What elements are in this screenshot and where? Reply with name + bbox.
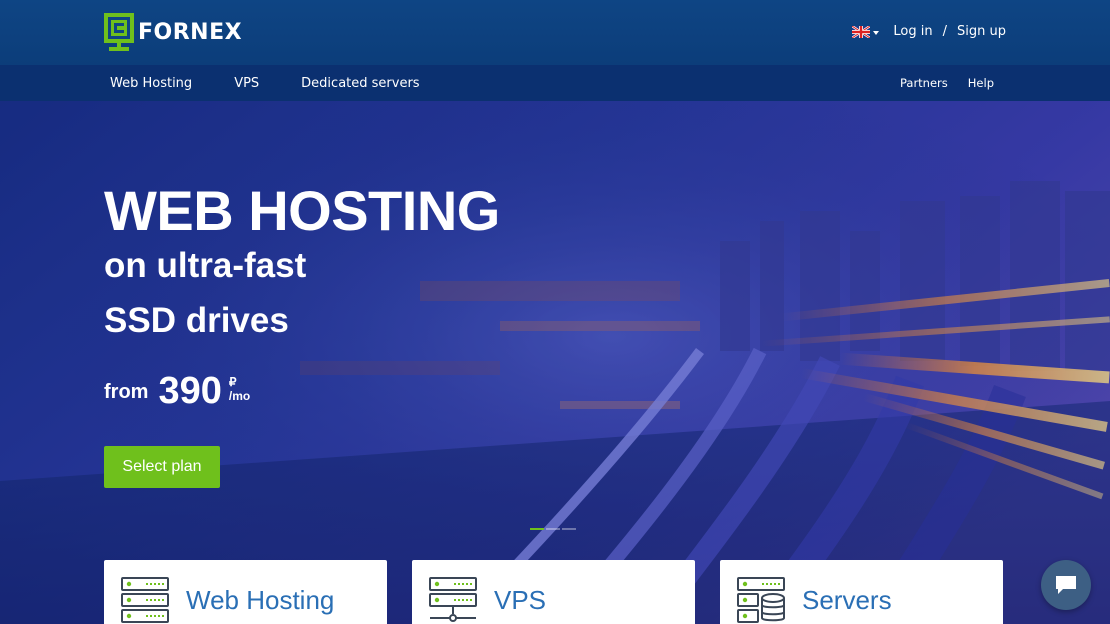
nav-item-vps[interactable]: VPS (234, 76, 259, 91)
hero-subtitle-line2: SSD drives (104, 301, 289, 340)
nav-item-web-hosting[interactable]: Web Hosting (110, 76, 192, 91)
top-header: FORNEX Log in / Sign up (0, 0, 1110, 65)
auth-links: Log in / Sign up (852, 24, 1006, 39)
hero-banner: WEB HOSTING on ultra-fast SSD drives fro… (0, 101, 1110, 624)
nav-item-partners[interactable]: Partners (900, 76, 948, 90)
nav-item-help[interactable]: Help (968, 76, 994, 90)
slider-dot-1[interactable] (530, 528, 544, 530)
card-title-web-hosting: Web Hosting (186, 585, 335, 615)
auth-separator: / (942, 24, 948, 39)
slider-dot-3[interactable] (562, 528, 576, 530)
card-vps[interactable]: VPS (412, 560, 695, 624)
card-web-hosting[interactable]: Web Hosting (104, 560, 387, 624)
main-nav: Web Hosting VPS Dedicated servers Partne… (0, 65, 1110, 101)
price-prefix: from (104, 381, 149, 403)
chat-bubble-icon (1056, 576, 1076, 594)
card-servers[interactable]: Servers (720, 560, 1003, 624)
price-currency: ₽ (228, 375, 237, 389)
slider-dots (530, 528, 578, 530)
logo[interactable]: FORNEX (104, 13, 242, 51)
nav-right: Partners Help (880, 65, 994, 101)
slider-dot-2[interactable] (546, 528, 560, 530)
price-amount: 390 (158, 370, 222, 412)
nav-left: Web Hosting VPS Dedicated servers (110, 65, 462, 101)
hero-subtitle-line1: on ultra-fast (104, 246, 307, 285)
card-title-vps: VPS (494, 585, 547, 615)
login-link[interactable]: Log in (893, 24, 932, 39)
price-unit: ₽ /mo (229, 375, 250, 403)
server-rack-icon (121, 577, 169, 623)
uk-flag-icon[interactable] (852, 25, 871, 38)
hero-title: WEB HOSTING (104, 179, 500, 242)
nav-item-dedicated-servers[interactable]: Dedicated servers (301, 76, 419, 91)
brand-name: FORNEX (138, 19, 243, 45)
server-network-icon (429, 577, 477, 622)
signup-link[interactable]: Sign up (957, 24, 1006, 39)
select-plan-button[interactable]: Select plan (104, 446, 220, 488)
card-title-servers: Servers (802, 585, 892, 615)
chat-widget-button[interactable] (1041, 560, 1091, 610)
price-block: from 390 ₽ /mo (104, 369, 250, 413)
fornex-logo-icon (104, 13, 134, 51)
language-caret-icon[interactable] (873, 30, 880, 35)
price-period: /mo (228, 389, 251, 403)
server-database-icon (737, 577, 785, 623)
